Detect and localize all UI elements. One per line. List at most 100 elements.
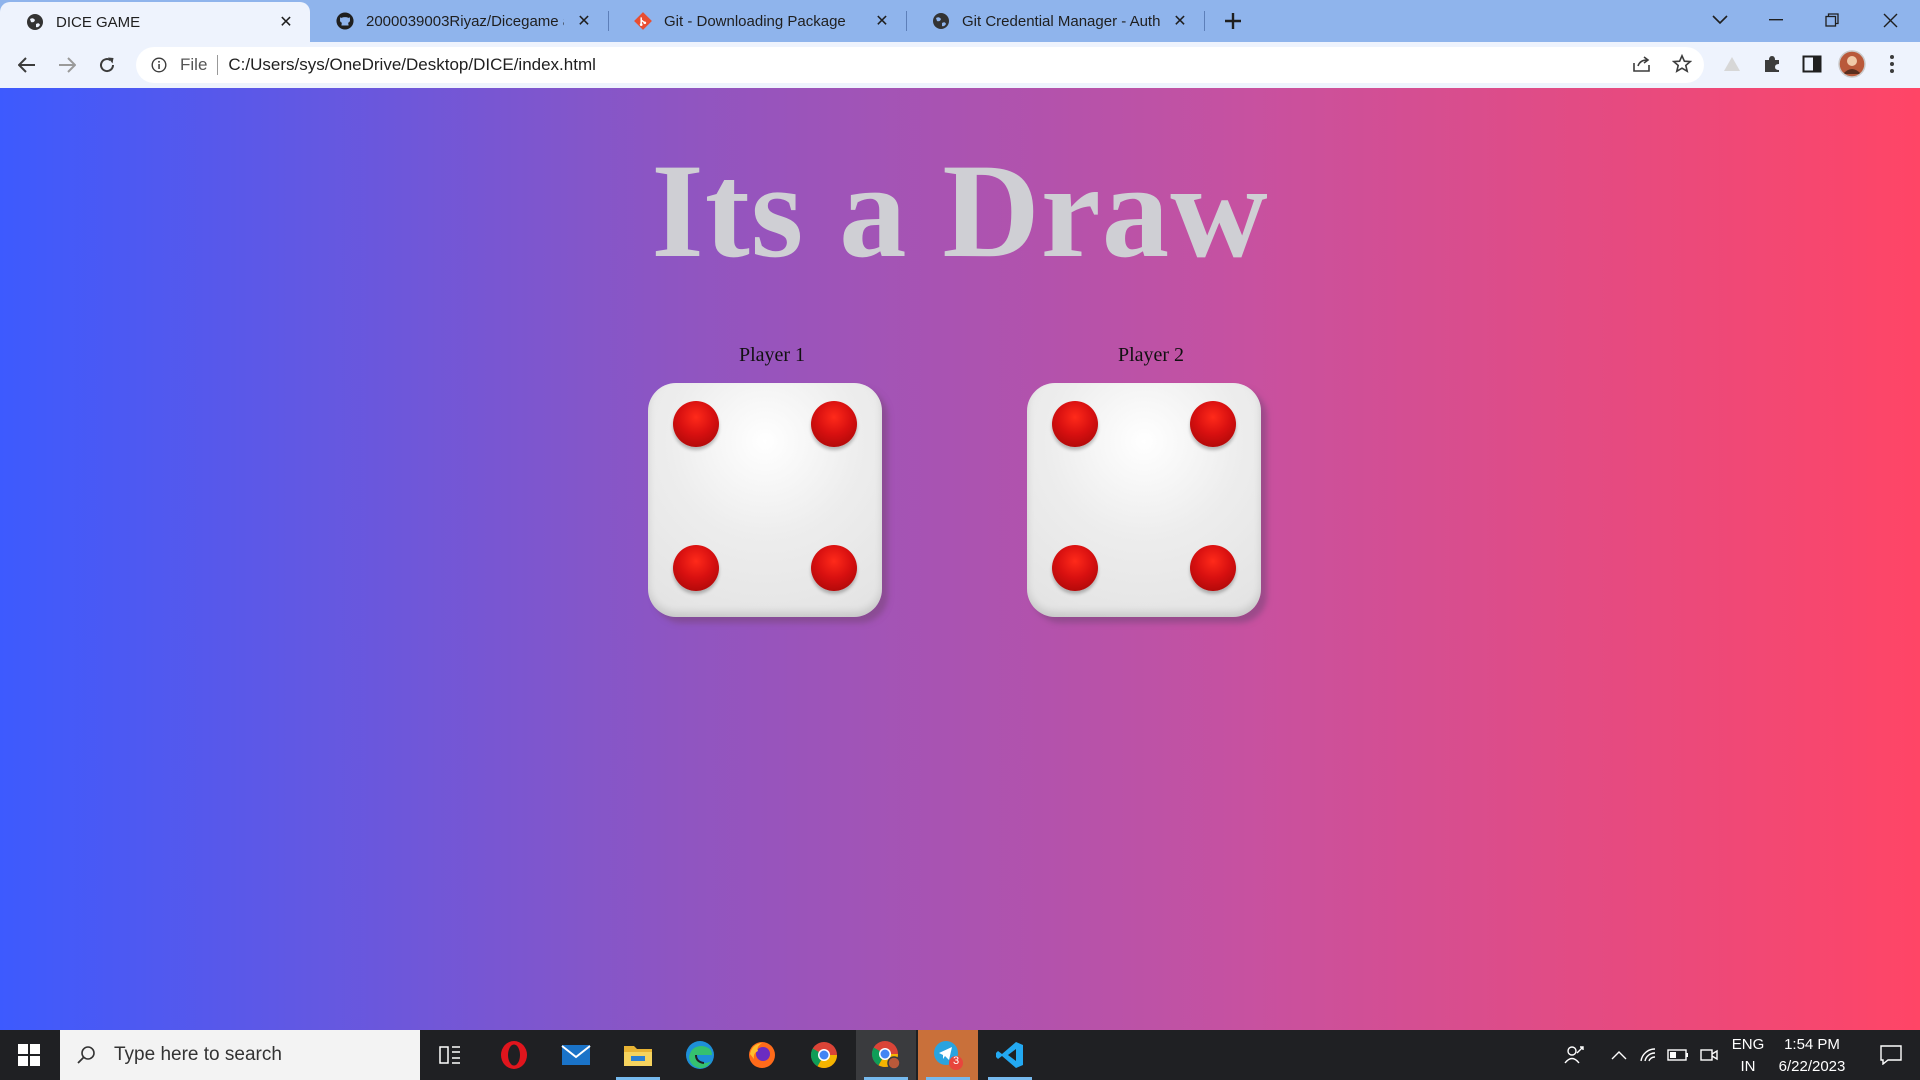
bookmark-button[interactable] — [1668, 50, 1696, 78]
meet-now-button[interactable] — [1696, 1030, 1722, 1080]
minimize-button[interactable] — [1748, 0, 1804, 40]
close-icon[interactable]: ✕ — [276, 12, 296, 32]
url-text[interactable]: C:/Users/sys/OneDrive/Desktop/DICE/index… — [228, 55, 596, 75]
die-pip — [1052, 545, 1098, 591]
player-2-die — [1027, 383, 1261, 617]
die-pip — [1052, 401, 1098, 447]
battery-button[interactable] — [1664, 1030, 1692, 1080]
file-explorer-button[interactable] — [608, 1030, 668, 1080]
tab-title: DICE GAME — [56, 13, 141, 31]
task-view-icon — [439, 1046, 460, 1064]
browser-toolbar: File C:/Users/sys/OneDrive/Desktop/DICE/… — [0, 42, 1920, 88]
people-button[interactable] — [1560, 1030, 1590, 1080]
github-icon — [336, 12, 354, 30]
chrome-menu-button[interactable] — [1878, 50, 1906, 78]
clock-date: 6/22/2023 — [1778, 1058, 1846, 1075]
taskbar-search-box[interactable]: Type here to search — [60, 1030, 420, 1080]
edge-button[interactable] — [670, 1030, 730, 1080]
clock[interactable]: 1:54 PM 6/22/2023 — [1762, 1034, 1862, 1078]
reload-icon — [100, 57, 115, 73]
back-button[interactable] — [12, 50, 42, 80]
die-pip — [1190, 401, 1236, 447]
task-view-button[interactable] — [420, 1030, 480, 1080]
chrome-profile-button[interactable] — [856, 1030, 916, 1080]
scheme-label: File — [180, 55, 208, 74]
player-2-panel: Player 2 — [1027, 344, 1261, 617]
restore-button[interactable] — [1804, 0, 1860, 40]
info-icon[interactable] — [150, 56, 168, 74]
tab-search-button[interactable] — [1692, 0, 1748, 40]
side-panel-button[interactable] — [1798, 50, 1826, 78]
search-placeholder: Type here to search — [114, 1044, 282, 1065]
side-panel-icon — [1802, 55, 1822, 73]
windows-icon — [18, 1044, 40, 1066]
player-1-die — [648, 383, 882, 617]
telegram-button[interactable]: 3 — [918, 1030, 978, 1080]
tab-dice-game[interactable]: DICE GAME ✕ — [0, 2, 310, 42]
opera-icon — [501, 1041, 527, 1069]
network-button[interactable] — [1636, 1030, 1662, 1080]
player-1-panel: Player 1 — [648, 344, 882, 617]
forward-button[interactable] — [52, 50, 82, 80]
browser-tab-strip: DICE GAME ✕ 2000039003Riyaz/Dicegame at … — [0, 0, 1920, 42]
show-hidden-icons-button[interactable] — [1604, 1030, 1634, 1080]
extension-button[interactable] — [1718, 50, 1746, 78]
people-icon — [1564, 1046, 1584, 1064]
player-2-label: Player 2 — [1117, 344, 1185, 366]
die-pip — [673, 545, 719, 591]
restore-icon — [1825, 13, 1839, 27]
file-explorer-icon — [624, 1046, 652, 1066]
reload-button[interactable] — [92, 50, 122, 80]
tab-title: Git Credential Manager - Authen — [962, 12, 1160, 30]
tab-git-download[interactable]: Git - Downloading Package ✕ — [608, 0, 906, 42]
firefox-button[interactable] — [732, 1030, 792, 1080]
notification-badge: 3 — [953, 1055, 960, 1067]
tab-github-dicegame[interactable]: 2000039003Riyaz/Dicegame at m ✕ — [310, 0, 608, 42]
share-button[interactable] — [1628, 50, 1656, 78]
close-icon[interactable]: ✕ — [1170, 11, 1190, 31]
tab-git-credential-manager[interactable]: Git Credential Manager - Authen ✕ — [906, 0, 1204, 42]
start-button[interactable] — [0, 1030, 58, 1080]
arrow-left-icon — [18, 57, 35, 73]
tab-title: Git - Downloading Package — [664, 12, 846, 30]
vscode-icon — [996, 1042, 1023, 1068]
chrome-button[interactable] — [794, 1030, 854, 1080]
search-icon — [74, 1043, 98, 1067]
video-camera-icon — [1700, 1049, 1718, 1061]
notifications-button[interactable] — [1866, 1030, 1916, 1080]
globe-icon — [26, 13, 44, 31]
close-window-button[interactable] — [1862, 0, 1918, 40]
arrow-right-icon — [59, 57, 76, 73]
star-icon — [1672, 54, 1692, 73]
die-pip — [673, 401, 719, 447]
vscode-button[interactable] — [980, 1030, 1040, 1080]
mail-icon — [561, 1045, 591, 1065]
die-pip — [811, 401, 857, 447]
profile-button[interactable] — [1838, 50, 1866, 78]
minimize-icon — [1769, 19, 1783, 21]
chrome-profile-icon — [871, 1041, 901, 1070]
clock-time: 1:54 PM — [1784, 1036, 1840, 1053]
mail-button[interactable] — [546, 1030, 606, 1080]
close-icon[interactable]: ✕ — [872, 11, 892, 31]
windows-taskbar: Type here to search 3 ENG IN 1:54 PM 6/2… — [0, 1030, 1920, 1080]
triangle-extension-icon — [1724, 57, 1740, 71]
chevron-up-icon — [1611, 1051, 1627, 1060]
new-tab-button[interactable] — [1218, 6, 1248, 36]
plus-icon — [1225, 13, 1241, 29]
edge-icon — [686, 1041, 714, 1069]
die-pip — [811, 545, 857, 591]
telegram-icon — [934, 1041, 963, 1070]
tab-title: 2000039003Riyaz/Dicegame at m — [366, 12, 564, 30]
firefox-icon — [749, 1042, 775, 1068]
close-icon — [1883, 13, 1897, 27]
battery-icon — [1667, 1049, 1688, 1061]
die-pip — [1190, 545, 1236, 591]
extensions-menu-button[interactable] — [1758, 50, 1786, 78]
chrome-icon — [810, 1042, 838, 1069]
close-icon[interactable]: ✕ — [574, 11, 594, 31]
dice-game-page: Its a Draw Player 1 Player 2 — [0, 88, 1920, 1030]
globe-icon — [932, 12, 950, 30]
opera-button[interactable] — [484, 1030, 544, 1080]
address-bar[interactable]: File C:/Users/sys/OneDrive/Desktop/DICE/… — [136, 47, 1704, 83]
